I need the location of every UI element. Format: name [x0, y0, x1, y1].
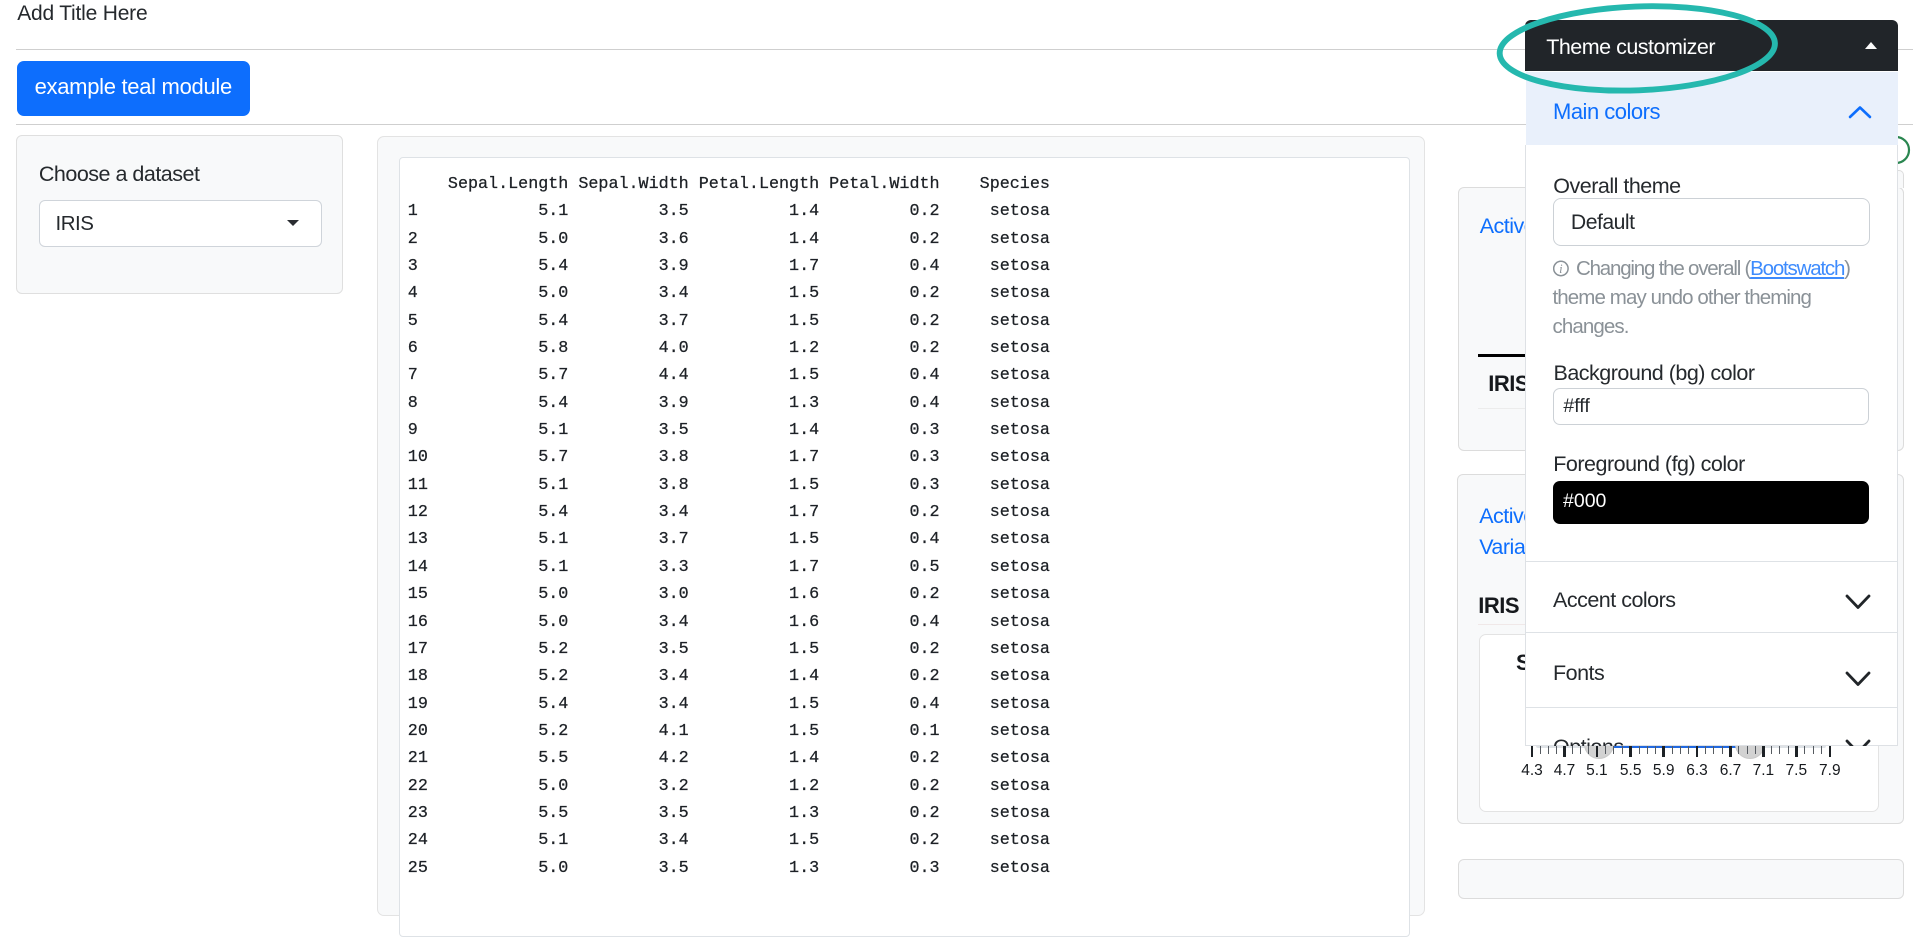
svg-text:i: i	[1559, 262, 1563, 276]
